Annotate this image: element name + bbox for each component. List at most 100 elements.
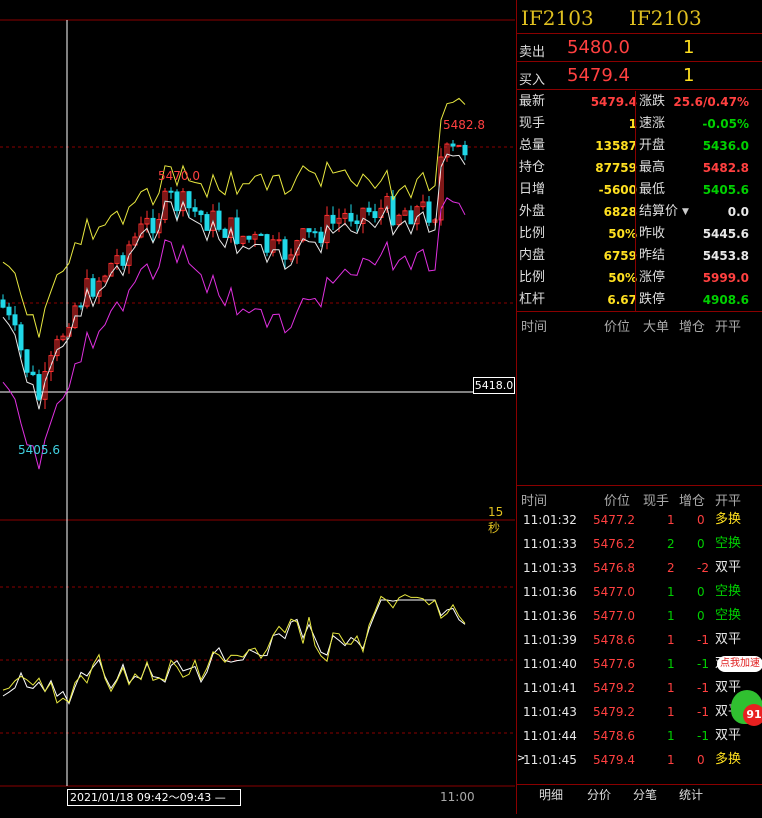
stat-label: 外盘: [519, 204, 546, 219]
stat-label: 总量: [519, 138, 546, 153]
tab-detail[interactable]: 明细: [539, 786, 563, 803]
sell-label: 卖出: [519, 45, 546, 60]
tick-row[interactable]: 11:01:44 5478.6 1 -1 双平: [517, 724, 762, 748]
stat-value: 6759: [603, 249, 637, 263]
tick-price: 5477.0: [593, 585, 635, 599]
stat-label: 昨结: [639, 248, 666, 263]
stat-value: 13587: [595, 139, 637, 153]
tick-inc: -2: [697, 561, 709, 575]
tick-hand: 1: [667, 633, 675, 647]
tick-hand: 1: [667, 705, 675, 719]
tick-inc: -1: [697, 633, 709, 647]
indicator-line-fast: [2, 599, 466, 705]
stat-value: 87759: [595, 161, 637, 175]
stat-value: 5405.6: [702, 183, 749, 197]
tick-row[interactable]: 11:01:36 5477.0 1 0 空换: [517, 604, 762, 628]
candle-body: [234, 217, 240, 244]
tick-time: 11:01:43: [523, 705, 577, 719]
tick-inc: -1: [697, 681, 709, 695]
bigorder-col-time: 时间: [521, 320, 548, 335]
candle-body: [456, 144, 462, 147]
chevron-down-icon[interactable]: ▼: [682, 207, 689, 217]
kline-chart-area[interactable]: 5482.8 5470.0 5405.6 5418.0 15秒 2021/01/…: [0, 0, 515, 814]
tab-price-dist[interactable]: 分价: [587, 786, 611, 803]
stat-label: 内盘: [519, 248, 546, 263]
tick-hand: 1: [667, 657, 675, 671]
divider: [517, 89, 762, 90]
tick-hand: 2: [667, 537, 675, 551]
divider: [517, 61, 762, 62]
stat-label: 日增: [519, 182, 546, 197]
promo-speedup-badge[interactable]: 点我加速: [717, 656, 762, 672]
candle-body: [30, 371, 36, 376]
stat-value: 5999.0: [702, 271, 749, 285]
tick-col-hand: 现手: [643, 494, 670, 509]
tick-price: 5477.0: [593, 609, 635, 623]
tick-inc: 0: [697, 585, 705, 599]
stat-label: 杠杆: [519, 292, 546, 307]
buy-row[interactable]: 买入 5479.4 1: [517, 63, 762, 91]
tick-time: 11:01:36: [523, 585, 577, 599]
stat-label: 持仓: [519, 160, 546, 175]
candle-body: [348, 212, 354, 222]
stat-label: 跌停: [639, 292, 666, 307]
tick-inc: 0: [697, 537, 705, 551]
high-price-label: 5482.8: [443, 118, 485, 132]
candle-body: [18, 324, 24, 351]
candle-body: [330, 214, 336, 224]
stat-value: 5453.8: [702, 249, 749, 263]
candle-body: [366, 207, 372, 213]
tick-oc: 双平: [715, 560, 742, 575]
kline-chart[interactable]: [0, 0, 515, 814]
candle-body: [318, 231, 324, 244]
stat-label: 最低: [639, 182, 666, 197]
bigorder-col-price: 价位: [604, 320, 631, 335]
buy-volume: 1: [683, 65, 695, 86]
tick-row[interactable]: 11:01:32 5477.2 1 0 多换: [517, 508, 762, 532]
tick-price: 5478.6: [593, 729, 635, 743]
current-row-marker-icon: >: [517, 753, 526, 764]
tick-row[interactable]: 11:01:39 5478.6 1 -1 双平: [517, 628, 762, 652]
period-label[interactable]: 15秒: [488, 505, 515, 536]
tick-row[interactable]: 11:01:45 5479.4 1 0 多换: [517, 748, 762, 772]
bottom-tabs: 明细 分价 分笔 统计: [517, 784, 762, 814]
candle-body: [276, 239, 282, 242]
tick-hand: 1: [667, 753, 675, 767]
buy-price: 5479.4: [567, 65, 630, 86]
promo-number-badge[interactable]: 91: [743, 704, 762, 726]
tick-time: 11:01:44: [523, 729, 577, 743]
sell-row[interactable]: 卖出 5480.0 1: [517, 35, 762, 63]
stat-label: 昨收: [639, 226, 666, 241]
candle-body: [264, 234, 270, 253]
tick-col-time: 时间: [521, 494, 548, 509]
symbol-title-left: IF2103: [521, 6, 594, 30]
sell-volume: 1: [683, 37, 695, 58]
mid-band-line: [2, 153, 466, 410]
tick-row[interactable]: 11:01:33 5476.8 2 -2 双平: [517, 556, 762, 580]
tick-row[interactable]: 11:01:41 5479.2 1 -1 双平: [517, 676, 762, 700]
crosshair-time-box: 2021/01/18 09:42～09:43 —: [67, 789, 241, 806]
tick-price: 5479.2: [593, 705, 635, 719]
tick-row[interactable]: 11:01:33 5476.2 2 0 空换: [517, 532, 762, 556]
tab-stats[interactable]: 统计: [679, 786, 703, 803]
tick-row[interactable]: 11:01:36 5477.0 1 0 空换: [517, 580, 762, 604]
tick-oc: 空换: [715, 584, 742, 599]
divider: [517, 485, 762, 486]
tick-time: 11:01:41: [523, 681, 577, 695]
tick-inc: -1: [697, 705, 709, 719]
tick-price: 5478.6: [593, 633, 635, 647]
tick-row[interactable]: 11:01:43 5479.2 1 -1 双平: [517, 700, 762, 724]
tick-time: 11:01:33: [523, 537, 577, 551]
tick-price: 5477.6: [593, 657, 635, 671]
divider: [517, 311, 762, 312]
stat-label: 涨跌: [639, 94, 666, 109]
divider: [517, 33, 762, 34]
tick-inc: 0: [697, 609, 705, 623]
stats-column-divider: [635, 91, 636, 311]
tab-tick[interactable]: 分笔: [633, 786, 657, 803]
candle-body: [24, 349, 30, 373]
sell-price: 5480.0: [567, 37, 630, 58]
stat-value: 0.0: [727, 205, 749, 219]
bigorder-col-oc: 开平: [715, 320, 742, 335]
candle-body: [204, 214, 210, 231]
